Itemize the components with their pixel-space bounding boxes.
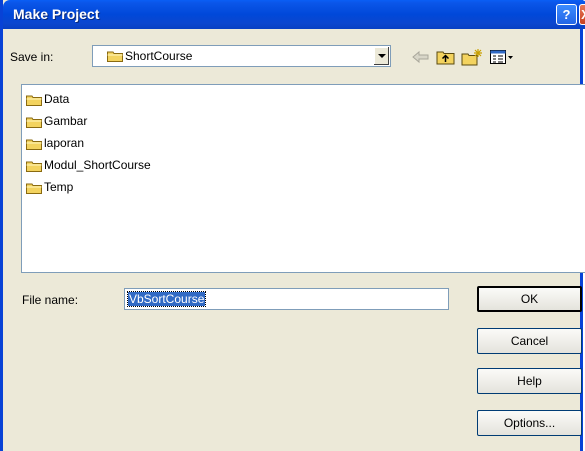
back-arrow-icon[interactable] [410,48,432,66]
title-bar[interactable]: Make Project ? X [3,0,585,29]
view-menu-icon[interactable] [489,48,515,66]
save-in-value: ShortCourse [125,49,193,63]
list-item-label: Gambar [44,114,88,128]
up-folder-icon[interactable] [435,48,457,66]
list-item-label: Temp [44,180,74,194]
list-item-label: Data [44,92,70,106]
new-folder-icon[interactable] [461,48,483,66]
save-in-combo[interactable]: ShortCourse [92,45,391,67]
make-project-dialog: Make Project ? X Save in: ShortCourse [0,0,585,451]
dialog-title: Make Project [13,6,100,22]
folder-icon [26,117,42,128]
file-name-input[interactable]: VbSortCourse [124,288,449,310]
close-button[interactable]: X [579,4,585,25]
chevron-down-icon[interactable] [373,47,389,65]
ok-button[interactable]: OK [477,286,582,312]
folder-icon [26,161,42,172]
file-list[interactable]: Data Gambar laporan Modul_ShortCourse Te… [21,84,585,273]
options-button[interactable]: Options... [477,410,582,436]
help-title-button[interactable]: ? [556,4,577,25]
list-item-label: Modul_ShortCourse [44,158,151,172]
file-name-label: File name: [22,293,79,307]
folder-icon [107,51,123,62]
help-button[interactable]: Help [477,368,582,394]
file-name-value: VbSortCourse [126,291,207,307]
save-in-label: Save in: [10,50,54,64]
folder-icon [26,139,42,150]
list-item-label: laporan [44,136,85,150]
cancel-button[interactable]: Cancel [477,328,582,354]
folder-icon [26,183,42,194]
folder-icon [26,95,42,106]
